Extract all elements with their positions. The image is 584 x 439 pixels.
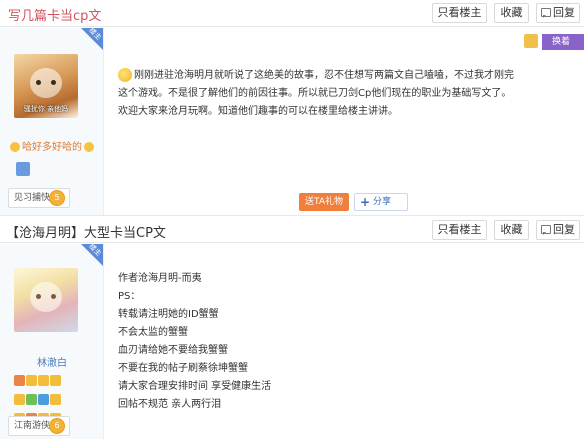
avatar-eye	[51, 80, 56, 85]
only-op-button-2[interactable]: 只看楼主	[432, 220, 487, 240]
favorite-button-2[interactable]: 收藏	[494, 220, 529, 240]
reply-icon	[541, 225, 551, 235]
vip-icon	[84, 142, 94, 152]
username-text: 哈好多好哈的	[22, 142, 82, 153]
share-button[interactable]: + 分享	[354, 193, 408, 211]
avatar-face	[30, 282, 62, 312]
medal-icon[interactable]	[38, 375, 49, 386]
post2-header: 【沧海月明】大型卡当CP文 只看楼主 收藏 回复	[0, 215, 584, 243]
avatar-eye	[36, 80, 41, 85]
reply-label: 回复	[553, 223, 575, 236]
thread-title[interactable]: 写几篇卡当cp文	[8, 5, 101, 24]
avatar-caption: 骚扰你 亲他妈	[23, 105, 69, 113]
rank-label: 见习捕快	[14, 193, 51, 203]
rank-medal-icon: 6	[49, 418, 65, 434]
favorite-button[interactable]: 收藏	[494, 3, 529, 23]
avatar-face	[30, 68, 62, 98]
content-line: 刚刚进驻沧海明月就听说了这绝美的故事，忍不住想写两篇文自己嗑嗑，不过我才刚完	[118, 68, 576, 84]
rank-medal-icon: 5	[49, 190, 65, 206]
rank-label: 江南游侠	[14, 421, 51, 431]
content-line: 欢迎大家来沧月玩啊。知道他们趣事的可以在楼里给楼主讲讲。	[118, 106, 398, 117]
plus-icon: +	[360, 195, 371, 209]
avatar[interactable]	[14, 268, 78, 332]
content-line: 血刃请给她不要给我蟹蟹	[118, 345, 228, 356]
medal-icon[interactable]	[38, 394, 49, 405]
reply-button-2[interactable]: 回复	[536, 220, 580, 240]
content-line: PS：	[118, 291, 141, 302]
reply-icon	[541, 8, 551, 18]
rank-badge: 见习捕快 5	[8, 188, 70, 208]
medal-icon[interactable]	[50, 375, 61, 386]
content-line: 不要在我的帖子刷蔡徐坤蟹蟹	[118, 363, 248, 374]
avatar-eye	[36, 294, 41, 299]
gender-icon	[10, 142, 20, 152]
purple-tag[interactable]: 换着	[542, 34, 584, 50]
content-line: 请大家合理安排时间 享受健康生活	[118, 381, 272, 392]
medal-icon[interactable]	[50, 394, 61, 405]
top-right-badges: 换着	[514, 34, 584, 52]
medal-icon[interactable]	[14, 375, 25, 386]
only-op-button[interactable]: 只看楼主	[432, 3, 487, 23]
medal-icon[interactable]	[16, 162, 30, 176]
username-text: 林澈白	[37, 358, 67, 369]
post-content: 作者沧海月明-而夷 PS： 转载请注明她的ID蟹蟹 不会太监的蟹蟹 血刃请给她不…	[118, 270, 271, 414]
avatar[interactable]: 骚扰你 亲他妈	[14, 54, 78, 118]
username[interactable]: 哈好多好哈的	[0, 138, 104, 153]
medal-icon[interactable]	[26, 375, 37, 386]
post2-title[interactable]: 【沧海月明】大型卡当CP文	[6, 222, 166, 241]
post-1: 骚扰你 亲他妈 楼主 哈好多好哈的 见习捕快 5 换着 刚刚进驻沧海明月就听说了…	[0, 26, 584, 215]
content-line: 这个游戏。不是很了解他们的前因往事。所以就已刀剑Cp他们现在的职业为基础写文了。	[118, 88, 512, 99]
user-column: 骚扰你 亲他妈 楼主 哈好多好哈的 见习捕快 5	[0, 26, 104, 215]
reply-label: 回复	[553, 6, 575, 19]
post-content: 刚刚进驻沧海明月就听说了这绝美的故事，忍不住想写两篇文自己嗑嗑，不过我才刚完 这…	[118, 68, 576, 122]
post-2: 楼主 林澈白 江南游侠 6 作者沧海月明-而夷 PS： 转载请注明她的ID蟹蟹 …	[0, 242, 584, 439]
crown-icon	[524, 34, 538, 48]
medal-icon[interactable]	[26, 394, 37, 405]
user-column: 楼主 林澈白 江南游侠 6	[0, 242, 104, 439]
thread-header: 写几篇卡当cp文 只看楼主 收藏 回复	[0, 0, 584, 27]
reply-button[interactable]: 回复	[536, 3, 580, 23]
username[interactable]: 林澈白	[0, 354, 104, 369]
gift-button[interactable]: 送TA礼物	[299, 193, 349, 211]
content-line: 回帖不规范 亲人两行泪	[118, 399, 222, 410]
medal-icon[interactable]	[14, 394, 25, 405]
rank-badge: 江南游侠 6	[8, 416, 70, 436]
emoticon-icon	[118, 68, 132, 82]
content-line: 作者沧海月明-而夷	[118, 273, 202, 284]
content-line: 不会太监的蟹蟹	[118, 327, 188, 338]
share-label: 分享	[373, 197, 392, 207]
avatar-eye	[51, 294, 56, 299]
content-line: 转载请注明她的ID蟹蟹	[118, 309, 219, 320]
